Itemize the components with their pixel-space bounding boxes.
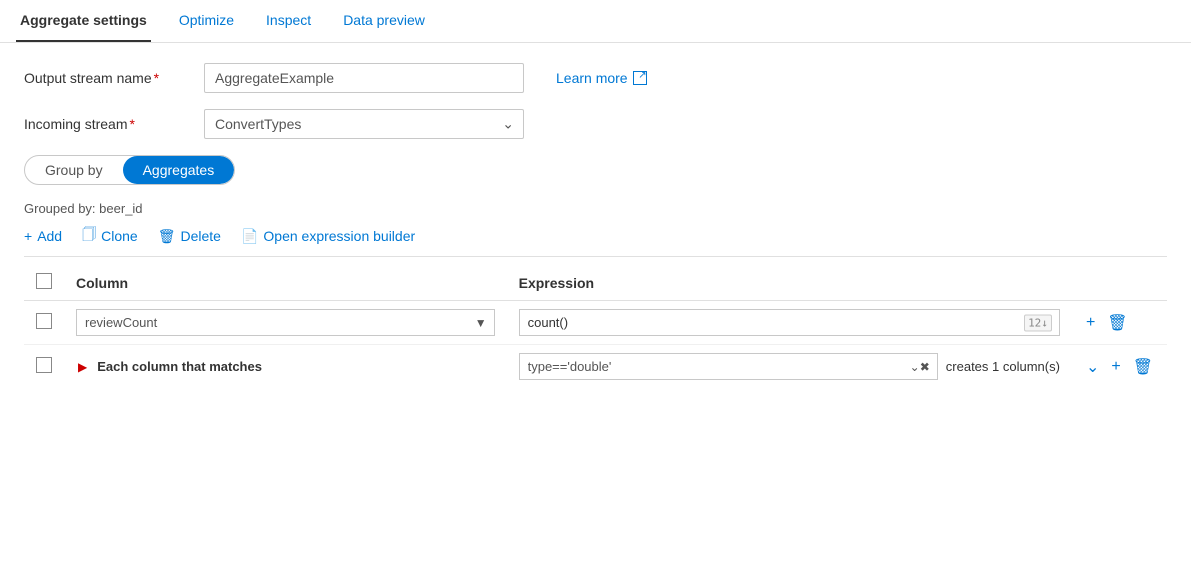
tab-inspect[interactable]: Inspect [262,0,315,42]
row2-creates-text: creates 1 column(s) [946,359,1060,374]
actions-header [1072,265,1167,301]
row2-match-cell: ▶ Each column that matches [64,345,507,389]
tab-bar: Aggregate settings Optimize Inspect Data… [0,0,1191,43]
output-stream-label: Output stream name* [24,70,204,86]
row1-add-button[interactable]: + [1084,312,1097,334]
expression-header: Expression [507,265,1072,301]
tab-aggregate-settings[interactable]: Aggregate settings [16,0,151,42]
row1-expr-wrapper: 12↓ [519,309,1060,336]
row1-column-cell: reviewCount ▼ [64,301,507,345]
table-header-row: Column Expression [24,265,1167,301]
toggle-group: Group by Aggregates [24,155,235,185]
incoming-stream-select-wrapper: ConvertTypes Stream1 Stream2 ⌄ [204,109,524,139]
row2-add-button[interactable]: + [1109,356,1122,378]
row1-expression-cell: 12↓ [507,301,1072,345]
row2-delete-button[interactable]: 🗑 [1131,355,1155,379]
tab-optimize[interactable]: Optimize [175,0,238,42]
row2-actions-cell: ⌄ + 🗑 [1072,345,1167,389]
row1-checkbox[interactable] [36,313,52,329]
row1-expression-input[interactable] [519,309,1060,336]
row2-match-select[interactable]: type=='double' [519,353,938,380]
row2-checkbox-cell [24,345,64,389]
row2-expand-button[interactable]: ▶ [76,358,89,376]
toolbar: + Add 🗍 Clone 🗑 Delete 📄 Open expression… [24,224,1167,248]
row1-expr-icon: 12↓ [1024,314,1052,331]
aggregates-toggle[interactable]: Aggregates [123,156,235,184]
checkbox-header [24,265,64,301]
tabs-container: Aggregate settings Optimize Inspect Data… [0,0,1191,408]
row2-match-select-cell: type=='double' ⌄✖ creates 1 column(s) [507,345,1072,389]
select-all-checkbox[interactable] [36,273,52,289]
row1-actions-cell: + 🗑 [1072,301,1167,345]
output-stream-row: Output stream name* Learn more [24,63,1167,93]
row1-checkbox-cell [24,301,64,345]
main-content: Output stream name* Learn more Incoming … [0,43,1191,408]
grouped-by-info: Grouped by: beer_id [24,201,1167,216]
incoming-stream-label: Incoming stream* [24,116,204,132]
clone-icon: 🗍 [82,224,96,248]
add-button[interactable]: + Add [24,228,62,244]
incoming-stream-select[interactable]: ConvertTypes Stream1 Stream2 [204,109,524,139]
row1-col-select-wrapper: reviewCount ▼ [76,309,495,336]
divider [24,256,1167,257]
table-row: ▶ Each column that matches type=='double… [24,345,1167,389]
row1-column-select[interactable]: reviewCount [76,309,495,336]
aggregates-table: Column Expression [24,265,1167,388]
column-header: Column [64,265,507,301]
output-stream-input[interactable] [204,63,524,93]
expression-builder-icon: 📄 [241,228,258,245]
tab-data-preview[interactable]: Data preview [339,0,429,42]
row2-match-select-wrapper: type=='double' ⌄✖ [519,353,938,380]
delete-icon: 🗑 [158,228,176,245]
group-by-toggle[interactable]: Group by [25,156,123,184]
learn-more-link[interactable]: Learn more [556,70,647,86]
external-link-icon [633,71,647,85]
incoming-stream-row: Incoming stream* ConvertTypes Stream1 St… [24,109,1167,139]
add-icon: + [24,228,32,244]
row2-match-text: Each column that matches [97,359,262,374]
clone-button[interactable]: 🗍 Clone [82,224,138,248]
open-expression-builder-button[interactable]: 📄 Open expression builder [241,228,415,245]
delete-button[interactable]: 🗑 Delete [158,228,221,245]
row1-delete-button[interactable]: 🗑 [1105,311,1129,335]
row2-checkbox[interactable] [36,357,52,373]
row2-expand-down-button[interactable]: ⌄ [1084,355,1101,379]
table-row: reviewCount ▼ 12↓ [24,301,1167,345]
